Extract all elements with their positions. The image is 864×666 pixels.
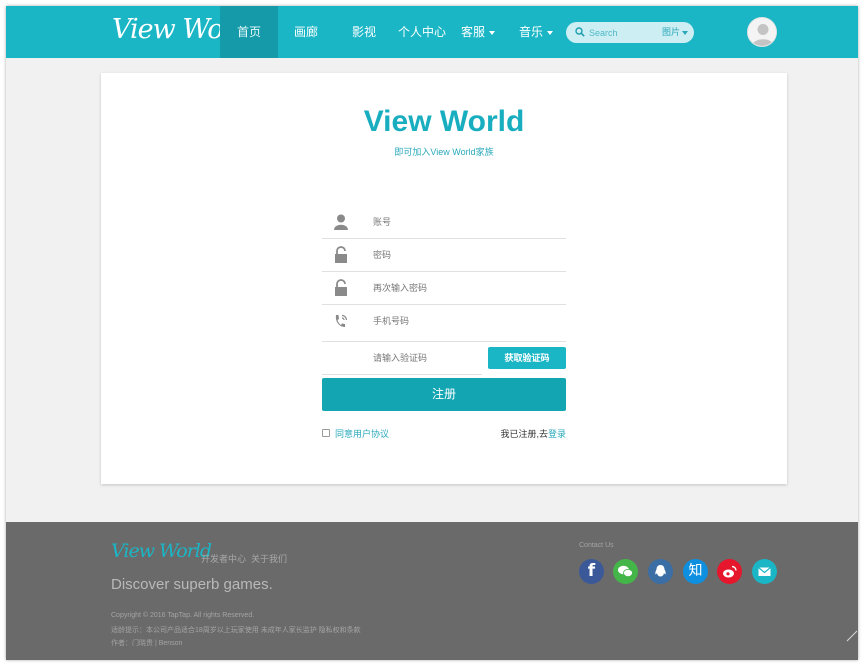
zhihu-icon[interactable]: 知 <box>683 559 708 584</box>
page-subtitle: 即可加入View World家族 <box>394 147 494 157</box>
get-code-button[interactable]: 获取验证码 <box>488 347 566 369</box>
top-navbar: View World 首页 画廊 影视 个人中心 客服 音乐 图片 <box>6 6 858 58</box>
phone-icon <box>335 314 348 327</box>
register-card: View World 即可加入View World家族 账号 手机号码 请输入验… <box>101 73 787 484</box>
nav-item-gallery[interactable]: 画廊 <box>284 6 328 58</box>
verify-code-field <box>322 342 482 375</box>
nav-item-label: 客服 <box>460 25 485 39</box>
footer-link-about[interactable]: 关于我们 <box>251 552 287 565</box>
lock-icon <box>335 279 347 296</box>
verify-code-input[interactable] <box>373 350 477 366</box>
login-link[interactable]: 登录 <box>548 429 566 439</box>
facebook-icon[interactable]: f <box>579 559 604 584</box>
login-prompt-text: 我已注册,去 <box>500 429 548 439</box>
nav-item-music[interactable]: 音乐 <box>516 6 556 58</box>
page-frame: View World 首页 画廊 影视 个人中心 客服 音乐 图片 <box>6 6 858 660</box>
confirm-password-field <box>322 272 566 305</box>
footer-author: 作者：门晓贵 | Benson <box>111 640 183 647</box>
footer-slogan: Discover superb games. <box>111 576 273 593</box>
search-bar: 图片 <box>566 22 694 43</box>
password-input[interactable] <box>373 247 563 263</box>
footer-copyright: Copyright © 2016 TapTap. All rights Rese… <box>111 612 255 619</box>
footer-link-developer[interactable]: 开发者中心 <box>201 552 246 565</box>
avatar[interactable] <box>747 17 777 47</box>
resize-handle-icon[interactable] <box>846 630 858 642</box>
phone-field <box>322 305 566 342</box>
contact-label: Contact Us <box>579 542 614 549</box>
nav-item-label: 画廊 <box>293 25 318 39</box>
register-button[interactable]: 注册 <box>322 378 566 411</box>
password-field <box>322 239 566 272</box>
wechat-glyph <box>618 565 633 577</box>
mail-glyph <box>758 567 771 576</box>
nav-item-service[interactable]: 客服 <box>458 6 498 58</box>
footer: View World 开发者中心 关于我们 Discover superb ga… <box>6 522 858 660</box>
nav-item-label: 首页 <box>236 25 261 39</box>
chevron-down-icon <box>682 30 689 35</box>
footer-age-notice: 适龄提示：本公司产品适合18周岁以上玩家使用 未成年人家长监护 隐私权和条款 <box>111 627 361 634</box>
nav-item-label: 影视 <box>351 25 376 39</box>
search-type-dropdown[interactable]: 图片 <box>662 22 689 43</box>
username-field <box>322 206 566 239</box>
page-title: View World <box>363 105 525 138</box>
nav-item-home[interactable]: 首页 <box>220 6 278 58</box>
phone-input[interactable] <box>373 313 563 329</box>
mail-icon[interactable] <box>752 559 777 584</box>
footer-logo[interactable]: View World <box>111 540 212 562</box>
nav-item-label: 个人中心 <box>397 25 446 39</box>
user-avatar-icon <box>752 24 774 46</box>
weibo-glyph <box>723 565 737 578</box>
search-type-label: 图片 <box>662 27 681 37</box>
nav-item-video[interactable]: 影视 <box>342 6 386 58</box>
weibo-icon[interactable] <box>717 559 742 584</box>
confirm-password-input[interactable] <box>373 280 563 296</box>
qq-glyph <box>655 565 666 577</box>
username-input[interactable] <box>373 214 563 230</box>
chevron-down-icon <box>489 30 495 35</box>
nav-item-label: 音乐 <box>518 25 543 39</box>
facebook-glyph: f <box>587 561 596 581</box>
nav-item-profile[interactable]: 个人中心 <box>394 6 450 58</box>
login-prompt: 我已注册,去登录 <box>500 427 566 440</box>
user-icon <box>334 214 348 230</box>
agree-checkbox[interactable] <box>322 429 330 437</box>
agree-terms-link[interactable]: 同意用户协议 <box>335 427 389 440</box>
search-input[interactable] <box>589 24 655 41</box>
qq-icon[interactable] <box>648 559 673 584</box>
wechat-icon[interactable] <box>613 559 638 584</box>
zhihu-glyph: 知 <box>688 563 703 579</box>
chevron-down-icon <box>547 30 553 35</box>
lock-icon <box>335 246 347 263</box>
search-icon[interactable] <box>575 27 585 37</box>
